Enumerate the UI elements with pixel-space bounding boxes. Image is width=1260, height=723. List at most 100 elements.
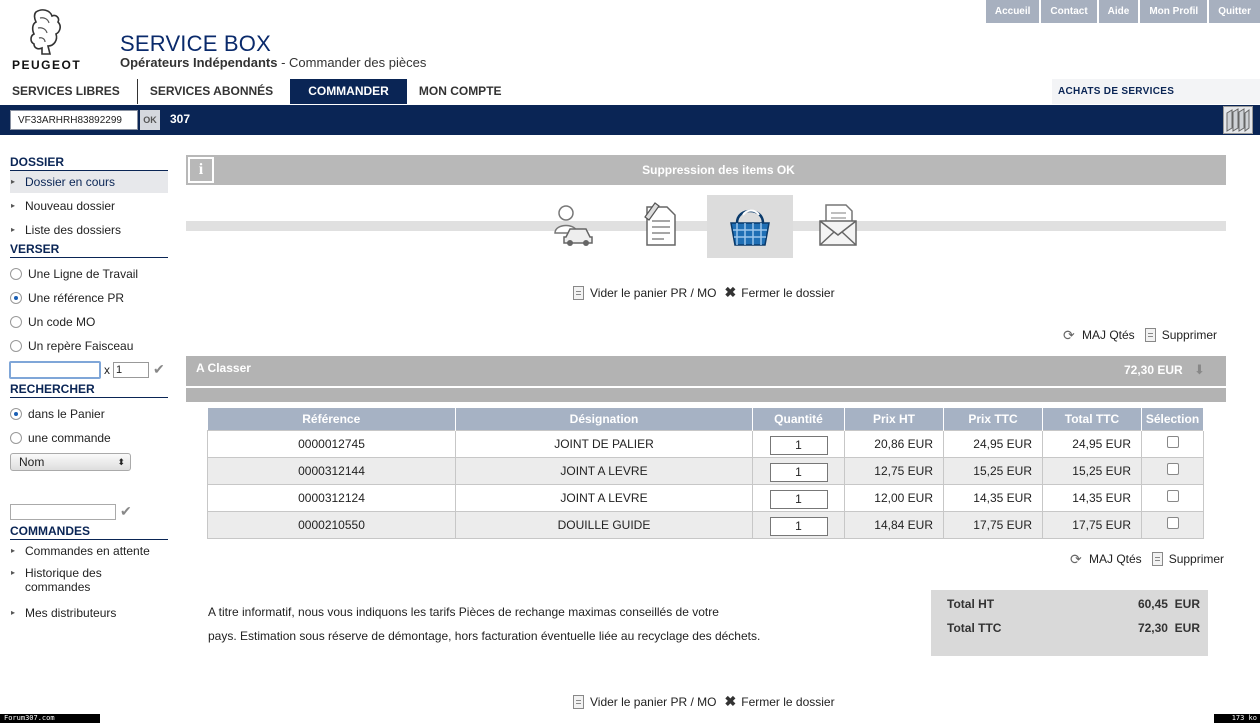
achats-de-services-link[interactable]: ACHATS DE SERVICES xyxy=(1052,79,1260,104)
maj-qtes-link[interactable]: MAJ Qtés xyxy=(1082,328,1135,342)
app-title: SERVICE BOX xyxy=(120,31,271,56)
cell-selection xyxy=(1141,456,1204,485)
selection-checkbox[interactable] xyxy=(1166,436,1179,448)
quantity-input[interactable]: 1 xyxy=(769,436,828,455)
close-icon: ✖ xyxy=(724,693,737,709)
cell-total-ttc: 17,75 EUR xyxy=(1042,510,1142,539)
quantity-x-label: x xyxy=(104,363,110,377)
parts-table: Référence Désignation Quantité Prix HT P… xyxy=(207,408,1204,539)
radio-button[interactable] xyxy=(10,340,22,352)
total-ht-label: Total HT xyxy=(947,597,995,611)
vin-ok-button[interactable]: OK xyxy=(140,110,160,130)
bottom-actions: Vider le panier PR / MO ✖ Fermer le doss… xyxy=(573,693,835,710)
step-basket-icon[interactable] xyxy=(707,195,793,258)
top-link-quitter[interactable]: Quitter xyxy=(1209,0,1260,23)
select-arrows-icon: ⬍ xyxy=(117,457,125,467)
quantity-input[interactable]: 1 xyxy=(113,362,149,378)
supprimer-link[interactable]: Supprimer xyxy=(1169,552,1224,566)
radio-ligne-de-travail[interactable]: Une Ligne de Travail xyxy=(10,265,138,283)
cell-total-ttc: 14,35 EUR xyxy=(1042,483,1142,512)
selection-checkbox[interactable] xyxy=(1166,490,1179,502)
quantity-input[interactable]: 1 xyxy=(769,490,828,509)
cell-reference: 0000012745 xyxy=(207,429,456,458)
col-designation: Désignation xyxy=(455,408,753,430)
top-link-mon-profil[interactable]: Mon Profil xyxy=(1140,0,1208,23)
radio-reference-pr[interactable]: Une référence PR xyxy=(10,289,124,307)
cell-prix-ttc: 14,35 EUR xyxy=(943,483,1043,512)
fermer-dossier-link[interactable]: Fermer le dossier xyxy=(741,695,834,709)
radio-code-mo[interactable]: Un code MO xyxy=(10,313,95,331)
top-link-accueil[interactable]: Accueil xyxy=(985,0,1040,23)
top-link-contact[interactable]: Contact xyxy=(1041,0,1097,23)
cell-prix-ht: 12,00 EUR xyxy=(844,483,944,512)
reference-input[interactable] xyxy=(9,361,101,379)
sidebar-item-nouveau-dossier[interactable]: Nouveau dossier xyxy=(10,195,168,217)
maj-qtes-link[interactable]: MAJ Qtés xyxy=(1089,552,1142,566)
sidebar-item-commandes-en-attente[interactable]: Commandes en attente xyxy=(10,540,168,562)
step-client-vehicle-icon[interactable] xyxy=(548,197,604,253)
table-row: 0000312144 JOINT A LEVRE 1 12,75 EUR 15,… xyxy=(207,456,1204,485)
group-bar[interactable] xyxy=(186,356,1226,386)
sidebar-item-liste-des-dossiers[interactable]: Liste des dossiers xyxy=(10,219,168,241)
radio-button[interactable] xyxy=(10,432,22,444)
col-total-ttc: Total TTC xyxy=(1042,408,1142,430)
tab-services-abonnes[interactable]: SERVICES ABONNÉS xyxy=(138,79,290,104)
vider-panier-link[interactable]: Vider le panier PR / MO xyxy=(590,286,717,300)
cell-designation: JOINT DE PALIER xyxy=(455,429,753,458)
brand-name: PEUGEOT xyxy=(12,58,82,72)
price-note: A titre informatif, nous vous indiquons … xyxy=(208,600,808,648)
top-link-aide[interactable]: Aide xyxy=(1098,0,1139,23)
note-line-2: pays. Estimation sous réserve de démonta… xyxy=(208,629,761,643)
tab-commander[interactable]: COMMANDER xyxy=(290,79,407,104)
validate-check-icon[interactable]: ✔ xyxy=(153,361,165,378)
fermer-dossier-link[interactable]: Fermer le dossier xyxy=(741,286,834,300)
watermark-left: Forum307.com xyxy=(0,714,100,723)
step-envelope-icon[interactable] xyxy=(810,197,866,253)
lion-icon xyxy=(30,9,61,55)
table-actions-top: ⟳ MAJ Qtés Supprimer xyxy=(1063,328,1217,342)
group-name: A Classer xyxy=(196,361,251,375)
radio-une-commande[interactable]: une commande xyxy=(10,429,111,447)
clear-basket-icon xyxy=(573,694,584,709)
cell-designation: DOUILLE GUIDE xyxy=(455,510,753,539)
selection-checkbox[interactable] xyxy=(1166,517,1179,529)
app-subtitle: Opérateurs Indépendants - Commander des … xyxy=(120,55,427,70)
search-check-icon[interactable]: ✔ xyxy=(120,503,132,520)
selection-checkbox[interactable] xyxy=(1166,463,1179,475)
tab-services-libres[interactable]: SERVICES LIBRES xyxy=(0,79,138,104)
total-ttc-label: Total TTC xyxy=(947,621,1002,635)
radio-button-selected[interactable] xyxy=(10,292,22,304)
radio-button-selected[interactable] xyxy=(10,408,22,420)
watermark-right: 173 ko xyxy=(1214,714,1260,723)
tab-mon-compte[interactable]: MON COMPTE xyxy=(407,79,519,104)
radio-repere-faisceau[interactable]: Un repère Faisceau xyxy=(10,337,133,355)
cell-prix-ttc: 17,75 EUR xyxy=(943,510,1043,539)
table-actions-bottom: ⟳ MAJ Qtés Supprimer xyxy=(1070,552,1224,566)
vin-input[interactable] xyxy=(10,110,138,130)
cell-designation: JOINT A LEVRE xyxy=(455,483,753,512)
catalog-book-icon[interactable] xyxy=(1223,106,1253,134)
radio-dans-le-panier[interactable]: dans le Panier xyxy=(10,405,105,423)
total-ht-value: 60,45 EUR xyxy=(1137,597,1200,611)
cell-prix-ht: 14,84 EUR xyxy=(844,510,944,539)
top-links: Accueil Contact Aide Mon Profil Quitter xyxy=(984,0,1260,23)
col-prix-ht: Prix HT xyxy=(844,408,944,430)
sidebar-heading-verser: VERSER xyxy=(10,242,168,258)
step-document-edit-icon[interactable] xyxy=(633,197,689,253)
info-message: Suppression des items OK xyxy=(642,163,795,177)
radio-button[interactable] xyxy=(10,268,22,280)
cell-prix-ht: 20,86 EUR xyxy=(844,429,944,458)
vider-panier-link[interactable]: Vider le panier PR / MO xyxy=(590,695,717,709)
quantity-input[interactable]: 1 xyxy=(769,463,828,482)
search-input[interactable] xyxy=(10,504,116,520)
radio-button[interactable] xyxy=(10,316,22,328)
peugeot-logo[interactable]: PEUGEOT xyxy=(12,8,98,72)
supprimer-link[interactable]: Supprimer xyxy=(1162,328,1217,342)
table-header-row: Référence Désignation Quantité Prix HT P… xyxy=(207,408,1204,430)
sidebar-item-historique[interactable]: Historique des commandes xyxy=(10,566,130,596)
sidebar-item-dossier-en-cours[interactable]: Dossier en cours xyxy=(10,171,168,193)
search-field-select[interactable]: Nom ⬍ xyxy=(10,453,131,471)
quantity-input[interactable]: 1 xyxy=(769,517,828,536)
arrow-down-icon[interactable]: ⬇ xyxy=(1194,362,1205,378)
sidebar-item-mes-distributeurs[interactable]: Mes distributeurs xyxy=(10,602,168,624)
